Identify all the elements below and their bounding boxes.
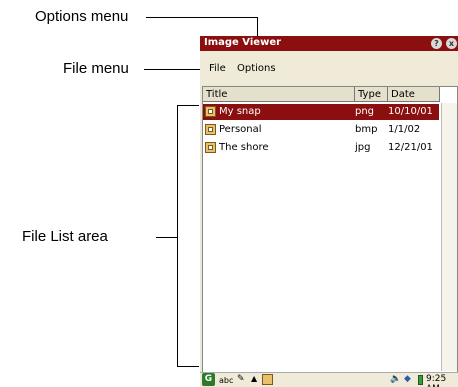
- options-menu[interactable]: Options: [237, 63, 276, 74]
- file-date: 1/1/02: [388, 124, 421, 135]
- image-file-icon: [205, 124, 216, 135]
- column-header-title[interactable]: Title: [203, 87, 355, 102]
- network-icon[interactable]: ◆: [404, 374, 411, 384]
- file-title: Personal: [219, 124, 262, 135]
- device-screen: Image Viewer ? x File Options Title Type…: [200, 36, 458, 387]
- file-list-area-callout: File List area: [22, 228, 108, 245]
- file-row[interactable]: Personal bmp 1/1/02: [203, 122, 439, 138]
- input-mode-label[interactable]: abc: [219, 376, 233, 385]
- file-title: My snap: [219, 106, 261, 117]
- options-callout-line-h: [146, 17, 258, 18]
- help-button[interactable]: ?: [431, 38, 442, 49]
- list-bracket-bottom: [177, 366, 199, 367]
- file-date: 10/10/01: [388, 106, 433, 117]
- file-date: 12/21/01: [388, 142, 433, 153]
- file-type: bmp: [355, 124, 378, 135]
- pen-icon[interactable]: ✎: [237, 374, 245, 384]
- close-button[interactable]: x: [446, 38, 457, 49]
- file-list-area[interactable]: Title Type Date My snap png 10/10/01 Per…: [202, 86, 458, 373]
- image-file-icon: [205, 142, 216, 153]
- start-icon[interactable]: G: [202, 373, 215, 386]
- window-titlebar: Image Viewer ? x: [200, 36, 458, 51]
- column-header-type[interactable]: Type: [355, 87, 388, 102]
- file-menu[interactable]: File: [209, 63, 226, 74]
- file-callout-line: [144, 69, 206, 70]
- file-type: png: [355, 106, 375, 117]
- column-header-date[interactable]: Date: [388, 87, 440, 102]
- file-row[interactable]: The shore jpg 12/21/01: [203, 140, 439, 156]
- image-viewer-icon[interactable]: [262, 374, 273, 385]
- file-title: The shore: [219, 142, 269, 153]
- options-menu-callout: Options menu: [35, 8, 129, 25]
- window-title: Image Viewer: [204, 37, 282, 48]
- menu-bar: File Options: [200, 51, 458, 85]
- speaker-icon[interactable]: 🔈: [390, 374, 401, 384]
- up-arrow-icon[interactable]: ▲: [251, 374, 257, 383]
- clock[interactable]: 9:25 AM: [426, 374, 458, 387]
- image-file-icon: [205, 106, 216, 117]
- battery-icon: [418, 375, 423, 385]
- list-bracket-top: [177, 105, 199, 106]
- taskbar: G abc ✎ ▲ 🔈 ◆ 9:25 AM: [200, 372, 458, 387]
- file-row[interactable]: My snap png 10/10/01: [203, 104, 439, 120]
- list-bracket-v: [177, 105, 178, 367]
- file-type: jpg: [355, 142, 371, 153]
- file-menu-callout: File menu: [63, 60, 129, 77]
- list-callout-line-h: [156, 237, 178, 238]
- vertical-scrollbar[interactable]: [441, 103, 457, 371]
